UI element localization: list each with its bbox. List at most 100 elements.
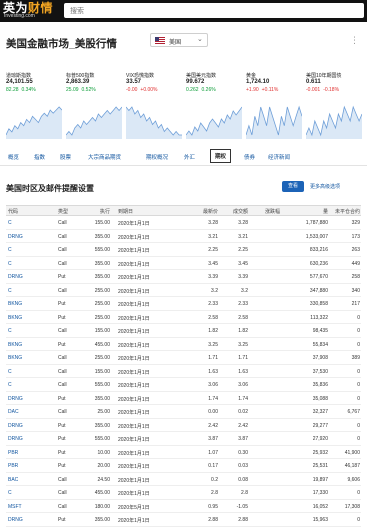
- tab-item[interactable]: 指数: [34, 153, 45, 161]
- tab-item[interactable]: 期权概况: [146, 153, 168, 161]
- option-symbol-link[interactable]: C: [8, 382, 12, 388]
- site-logo[interactable]: 英为财情 Investing.com: [3, 2, 59, 20]
- table-row[interactable]: C Call 155.00 2020年1月1日 1.82 1.82 98,435 0: [6, 324, 361, 338]
- option-symbol-link[interactable]: C: [8, 247, 12, 253]
- column-header[interactable]: 到期日: [118, 208, 133, 215]
- option-symbol-link[interactable]: C: [8, 261, 12, 267]
- table-row[interactable]: PBR Put 20.00 2020年1月1日 0.17 0.03 25,531 46,187: [6, 459, 361, 473]
- option-symbol-link[interactable]: DRNG: [8, 517, 23, 523]
- table-cell: Put: [58, 301, 66, 307]
- table-row[interactable]: BKNG Call 255.00 2020年1月1日 1.71 1.71 37,908 389: [6, 351, 361, 365]
- table-cell: Call: [58, 476, 67, 483]
- table-row[interactable]: DRNG Put 355.00 2020年1月1日 1.74 1.74 35,088 0: [6, 392, 361, 405]
- table-cell: 0: [357, 517, 360, 523]
- ticker-change-pct: -0.18%: [323, 87, 340, 93]
- tab-item[interactable]: 债券: [244, 153, 255, 161]
- ticker-card[interactable]: 道琼斯指数 24,101.55 82.28 0.34%: [6, 68, 64, 148]
- table-cell: 2.8: [241, 490, 248, 496]
- table-cell: 3.21: [238, 233, 248, 240]
- table-cell: Put: [58, 436, 66, 442]
- table-cell: 0.02: [238, 409, 248, 415]
- vertical-dots-icon[interactable]: ⋮: [350, 35, 359, 46]
- option-symbol-link[interactable]: DRNG: [8, 436, 23, 442]
- option-symbol-link[interactable]: C: [8, 369, 12, 375]
- option-symbol-link[interactable]: DRNG: [8, 396, 23, 402]
- table-row[interactable]: C Call 355.00 2020年1月1日 3.45 3.45 630,236 449: [6, 257, 361, 270]
- option-symbol-link[interactable]: BAC: [8, 477, 18, 483]
- table-row[interactable]: BAC Call 24.50 2020年1月1日 0.2 0.08 19,897 9,606: [6, 473, 361, 486]
- advanced-options-link[interactable]: 更多高级选项: [310, 183, 340, 190]
- view-button[interactable]: 查看: [282, 181, 304, 192]
- ticker-card[interactable]: VIX恐慌指数 33.57 -0.00 +0.00%: [126, 68, 184, 148]
- ticker-change-abs: -0.001: [306, 87, 321, 93]
- ticker-sparkline: [246, 105, 302, 139]
- table-cell: Put: [58, 314, 66, 321]
- ticker-card[interactable]: 美国美元指数 99.672 0.262 0.26%: [186, 68, 244, 148]
- table-cell: 2020年1月1日: [118, 275, 150, 281]
- option-symbol-link[interactable]: BKNG: [8, 301, 22, 307]
- table-row[interactable]: BKNG Put 455.00 2020年1月1日 3.25 3.25 55,834 0: [6, 338, 361, 351]
- option-symbol-link[interactable]: DAC: [8, 409, 19, 415]
- option-symbol-link[interactable]: PBR: [8, 450, 18, 456]
- table-row[interactable]: DRNG Put 555.00 2020年1月1日 3.87 3.87 27,920 0: [6, 432, 361, 446]
- table-row[interactable]: DRNG Put 355.00 2020年1月1日 3.39 3.39 577,670 258: [6, 270, 361, 284]
- table-row[interactable]: DRNG Put 355.00 2020年1月1日 2.42 2.42 29,277 0: [6, 419, 361, 432]
- ticker-sparkline: [66, 106, 122, 139]
- table-row[interactable]: DRNG Call 355.00 2020年1月1日 3.21 3.21 1,533,007…: [6, 230, 361, 243]
- ticker-card[interactable]: 美国10年期国债 0.611 -0.001 -0.18%: [306, 68, 364, 148]
- option-symbol-link[interactable]: BKNG: [8, 315, 22, 321]
- option-symbol-link[interactable]: C: [8, 220, 12, 226]
- table-row[interactable]: C Call 155.00 2020年1月1日 1.63 1.63 37,530 0: [6, 365, 361, 378]
- table-cell: 0: [357, 341, 360, 348]
- ticker-name: 道琼斯指数: [6, 73, 32, 79]
- tab-item[interactable]: 股票: [60, 153, 71, 161]
- column-header[interactable]: 涨跌幅: [242, 208, 280, 215]
- column-header[interactable]: 类型: [58, 208, 68, 215]
- option-symbol-link[interactable]: DRNG: [8, 423, 23, 429]
- table-row[interactable]: MSFT Call 180.00 2020年5月1日 0.95 -1.05 16,052 17…: [6, 500, 361, 513]
- option-symbol-link[interactable]: BKNG: [8, 342, 22, 348]
- table-cell: 1.74: [238, 395, 248, 402]
- table-row[interactable]: C Call 555.00 2020年1月1日 3.06 3.06 35,836 0: [6, 378, 361, 392]
- table-row[interactable]: C Call 155.00 2020年1月1日 3.28 3.28 1,787,880 329: [6, 216, 361, 230]
- table-cell: 455.00: [94, 490, 110, 496]
- table-row[interactable]: BKNG Put 255.00 2020年1月1日 2.33 2.33 330,858 217: [6, 297, 361, 311]
- ticker-value: 2,863.39: [66, 79, 90, 85]
- ticker-name: 美国美元指数: [186, 73, 217, 79]
- column-header[interactable]: 未平仓合约: [322, 208, 360, 215]
- ticker-card[interactable]: 黄金 1,724.10 +1.90 +0.11%: [246, 68, 304, 148]
- table-cell: 1.71: [238, 355, 248, 361]
- table-cell: 355.00: [94, 260, 110, 267]
- ticker-change-abs: -0.00: [126, 87, 138, 93]
- tab-item[interactable]: 经济新闻: [268, 153, 290, 161]
- ticker-value: 0.611: [306, 79, 321, 85]
- region-selector[interactable]: 美国 ⌄: [150, 33, 208, 47]
- tab-item[interactable]: 期权: [210, 149, 232, 163]
- table-row[interactable]: DAC Call 25.00 2020年1月1日 0.00 0.02 32,327 6,767: [6, 405, 361, 419]
- table-row[interactable]: BKNG Put 255.00 2020年1月1日 2.58 2.58 113,322 0: [6, 311, 361, 324]
- table-cell: 0: [357, 490, 360, 496]
- tab-item[interactable]: 大宗商品期货: [88, 153, 121, 161]
- table-row[interactable]: C Call 555.00 2020年1月1日 2.25 2.25 833,216 263: [6, 243, 361, 257]
- option-symbol-link[interactable]: MSFT: [8, 504, 22, 510]
- option-symbol-link[interactable]: DRNG: [8, 274, 23, 280]
- tab-item[interactable]: 概览: [8, 153, 19, 161]
- tab-item[interactable]: 外汇: [184, 153, 195, 161]
- table-row[interactable]: DRNG Put 355.00 2020年1月1日 2.88 2.88 15,963 0: [6, 513, 361, 527]
- option-symbol-link[interactable]: DRNG: [8, 234, 23, 240]
- option-symbol-link[interactable]: BKNG: [8, 355, 22, 361]
- ticker-card[interactable]: 标普500指数 2,863.39 25.09 0.52%: [66, 68, 124, 148]
- column-header[interactable]: 代码: [8, 208, 18, 215]
- table-cell: 2020年1月1日: [118, 248, 150, 254]
- option-symbol-link[interactable]: C: [8, 328, 12, 334]
- table-cell: 2020年1月1日: [118, 450, 150, 457]
- table-row[interactable]: C Call 255.00 2020年1月1日 3.2 3.2 347,880 340: [6, 284, 361, 297]
- table-row[interactable]: PBR Put 10.00 2020年1月1日 1.07 0.30 25,932 41,900: [6, 446, 361, 459]
- option-symbol-link[interactable]: C: [8, 288, 12, 294]
- search-input[interactable]: 搜索: [64, 3, 364, 18]
- table-cell: 0.08: [238, 476, 248, 483]
- option-symbol-link[interactable]: PBR: [8, 463, 18, 469]
- table-row[interactable]: C Call 455.00 2020年1月1日 2.8 2.8 17,330 0: [6, 486, 361, 500]
- column-header[interactable]: 执行: [72, 208, 110, 215]
- option-symbol-link[interactable]: C: [8, 490, 12, 496]
